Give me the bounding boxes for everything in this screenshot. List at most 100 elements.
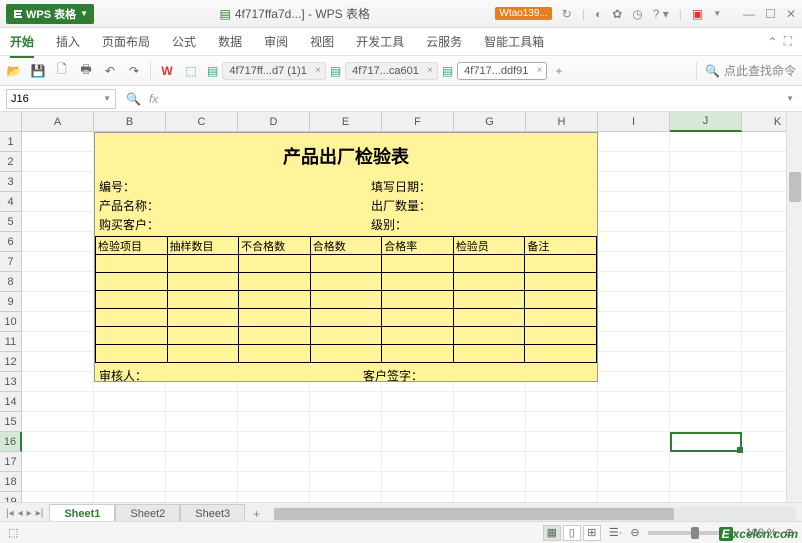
- select-all-corner[interactable]: [0, 112, 22, 132]
- cell[interactable]: [454, 392, 526, 412]
- cell[interactable]: [598, 452, 670, 472]
- name-box[interactable]: J16 ▼: [6, 89, 116, 109]
- table-cell[interactable]: [239, 291, 311, 309]
- table-cell[interactable]: [525, 255, 597, 273]
- add-doc-tab-icon[interactable]: +: [549, 64, 568, 78]
- cell[interactable]: [670, 412, 742, 432]
- cell[interactable]: [598, 212, 670, 232]
- scrollbar-thumb[interactable]: [274, 508, 674, 520]
- cell[interactable]: [670, 492, 742, 502]
- table-cell[interactable]: [167, 345, 239, 363]
- cell[interactable]: [598, 192, 670, 212]
- table-header-cell[interactable]: 合格率: [382, 237, 454, 255]
- row-header[interactable]: 6: [0, 232, 22, 252]
- column-header[interactable]: F: [382, 112, 454, 132]
- cell[interactable]: [22, 212, 94, 232]
- column-header[interactable]: D: [238, 112, 310, 132]
- table-cell[interactable]: [239, 345, 311, 363]
- cell[interactable]: [22, 172, 94, 192]
- cell[interactable]: [94, 432, 166, 452]
- wps-cloud-icon[interactable]: W: [159, 63, 175, 79]
- fullscreen-icon[interactable]: ⛶: [784, 34, 792, 49]
- cell[interactable]: [598, 332, 670, 352]
- maximize-button[interactable]: ☐: [765, 7, 776, 21]
- cell[interactable]: [598, 312, 670, 332]
- row-header[interactable]: 7: [0, 252, 22, 272]
- column-header[interactable]: G: [454, 112, 526, 132]
- cell[interactable]: [670, 452, 742, 472]
- cell[interactable]: [454, 452, 526, 472]
- table-cell[interactable]: [167, 291, 239, 309]
- cell[interactable]: [310, 452, 382, 472]
- table-cell[interactable]: [96, 327, 168, 345]
- row-header[interactable]: 8: [0, 272, 22, 292]
- table-header-cell[interactable]: 检验项目: [96, 237, 168, 255]
- table-cell[interactable]: [239, 255, 311, 273]
- next-sheet-icon[interactable]: ▸: [27, 508, 32, 519]
- menu-data[interactable]: 数据: [218, 33, 242, 50]
- fx-icon[interactable]: fx: [149, 92, 158, 106]
- table-cell[interactable]: [525, 273, 597, 291]
- menu-page-layout[interactable]: 页面布局: [102, 33, 150, 50]
- row-header[interactable]: 19: [0, 492, 22, 502]
- break-view-icon[interactable]: ⊞: [583, 525, 601, 541]
- row-header[interactable]: 13: [0, 372, 22, 392]
- fx-search-icon[interactable]: 🔍: [126, 92, 141, 106]
- cell[interactable]: [382, 492, 454, 502]
- table-cell[interactable]: [310, 309, 382, 327]
- cell[interactable]: [310, 492, 382, 502]
- cell[interactable]: [382, 412, 454, 432]
- cell[interactable]: [526, 392, 598, 412]
- table-cell[interactable]: [382, 309, 454, 327]
- cell[interactable]: [238, 392, 310, 412]
- row-header[interactable]: 17: [0, 452, 22, 472]
- cell[interactable]: [382, 432, 454, 452]
- table-cell[interactable]: [167, 255, 239, 273]
- cloud-icon[interactable]: ✿: [612, 7, 622, 21]
- cell[interactable]: [238, 432, 310, 452]
- table-cell[interactable]: [382, 291, 454, 309]
- cell[interactable]: [22, 192, 94, 212]
- cell[interactable]: [598, 252, 670, 272]
- cell[interactable]: [22, 332, 94, 352]
- horizontal-scrollbar[interactable]: [274, 507, 796, 521]
- column-header[interactable]: J: [670, 112, 742, 132]
- doc-tab-3[interactable]: 4f717...ddf91×: [457, 62, 547, 80]
- doc-tab-2[interactable]: 4f717...ca601×: [345, 62, 438, 80]
- column-header[interactable]: B: [94, 112, 166, 132]
- row-header[interactable]: 11: [0, 332, 22, 352]
- cell[interactable]: [94, 472, 166, 492]
- cell[interactable]: [166, 392, 238, 412]
- cell[interactable]: [22, 132, 94, 152]
- expand-formula-icon[interactable]: ▼: [778, 94, 802, 103]
- table-cell[interactable]: [525, 291, 597, 309]
- menu-devtools[interactable]: 开发工具: [356, 33, 404, 50]
- cell[interactable]: [598, 272, 670, 292]
- cell[interactable]: [22, 372, 94, 392]
- table-cell[interactable]: [310, 291, 382, 309]
- help-icon[interactable]: ? ▾: [653, 7, 669, 21]
- app-logo[interactable]: WPS 表格 ▼: [6, 4, 94, 24]
- last-sheet-icon[interactable]: ▸|: [36, 508, 44, 519]
- cell[interactable]: [670, 472, 742, 492]
- column-header[interactable]: C: [166, 112, 238, 132]
- cell[interactable]: [670, 232, 742, 252]
- vertical-scrollbar[interactable]: [786, 112, 802, 502]
- table-cell[interactable]: [453, 273, 525, 291]
- zoom-knob[interactable]: [691, 527, 699, 539]
- cell[interactable]: [670, 312, 742, 332]
- row-header[interactable]: 15: [0, 412, 22, 432]
- doc-tab-1[interactable]: 4f717ff...d7 (1)1×: [222, 62, 325, 80]
- column-header[interactable]: H: [526, 112, 598, 132]
- table-cell[interactable]: [525, 345, 597, 363]
- settings-icon[interactable]: ◷: [632, 7, 642, 21]
- cell[interactable]: [166, 472, 238, 492]
- cell[interactable]: [238, 452, 310, 472]
- cell[interactable]: [670, 252, 742, 272]
- menu-formula[interactable]: 公式: [172, 33, 196, 50]
- open-icon[interactable]: 📂: [6, 63, 22, 79]
- row-header[interactable]: 14: [0, 392, 22, 412]
- cell[interactable]: [454, 492, 526, 502]
- cell[interactable]: [22, 312, 94, 332]
- cell[interactable]: [22, 412, 94, 432]
